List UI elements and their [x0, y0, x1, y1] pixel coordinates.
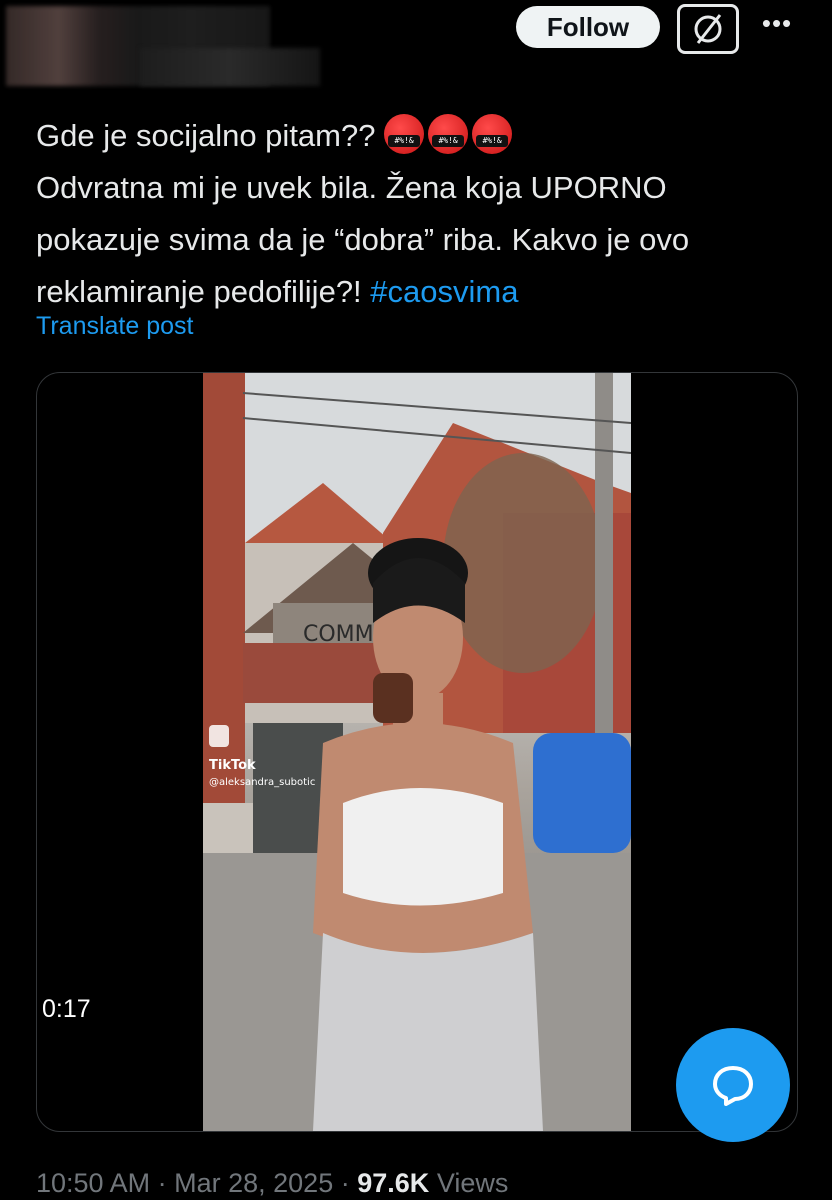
tweet-line-1: Gde je socijalno pitam?? — [36, 118, 376, 153]
tweet-text: Gde je socijalno pitam?? #%!& #%!& #%!& Od… — [36, 110, 806, 318]
tweet-line-4: reklamiranje pedofilije?! — [36, 274, 362, 309]
tweet-header: Follow ••• — [0, 0, 832, 100]
angry-emoji-icon: #%!& — [384, 114, 425, 154]
tiktok-user: @aleksandra_subotic — [209, 777, 315, 788]
video-duration: 0:17 — [42, 995, 91, 1023]
reply-button[interactable] — [676, 1028, 790, 1142]
views-label: Views — [436, 1168, 509, 1198]
video-scene: COMM TikTok @aleksandra_subotic — [203, 373, 631, 1131]
translate-post-link[interactable]: Translate post — [36, 312, 193, 341]
follow-button[interactable]: Follow — [516, 6, 660, 48]
video-player[interactable]: COMM TikTok @aleksandra_subotic — [36, 372, 798, 1132]
grok-button[interactable] — [677, 4, 739, 54]
tweet-line-2: Odvratna mi je uvek bila. Žena koja UPOR… — [36, 170, 667, 205]
tiktok-brand: TikTok — [209, 758, 256, 773]
angry-emoji-icon: #%!& — [428, 114, 469, 154]
hashtag-link[interactable]: #caosvima — [370, 274, 518, 309]
angry-emoji-icon: #%!& — [472, 114, 513, 154]
author-name-redacted — [140, 48, 320, 86]
more-icon[interactable]: ••• — [760, 8, 794, 38]
tweet-date[interactable]: Mar 28, 2025 — [174, 1168, 333, 1198]
grok-icon — [694, 14, 722, 44]
reply-icon — [713, 1066, 753, 1106]
video-frame[interactable]: COMM TikTok @aleksandra_subotic — [203, 373, 631, 1131]
tweet-time: 10:50 AM — [36, 1168, 151, 1198]
views-count: 97.6K — [357, 1168, 430, 1198]
tweet-meta: 10:50 AM · Mar 28, 2025 · 97.6K Views — [36, 1168, 509, 1198]
tweet-line-3: pokazuje svima da je “dobra” riba. Kakvo… — [36, 222, 690, 257]
